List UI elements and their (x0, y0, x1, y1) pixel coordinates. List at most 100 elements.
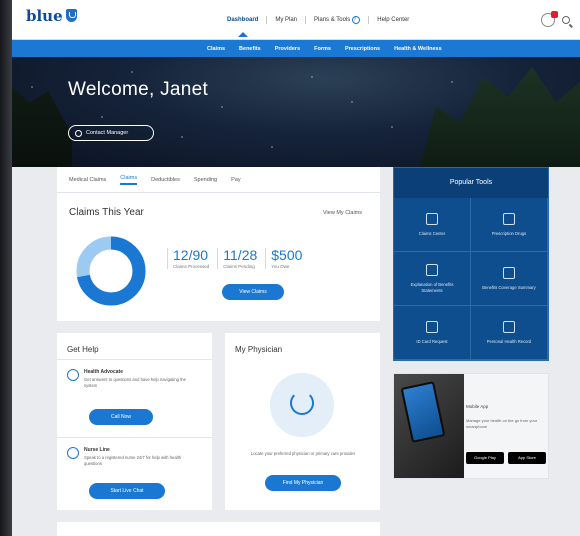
physician-illustration (270, 373, 334, 437)
tool-label: ID Card Request (416, 338, 448, 344)
nav-plans-tools[interactable]: Plans & Tools? (314, 16, 361, 24)
claims-tabs: Medical Claims Claims Deductibles Spendi… (57, 167, 380, 193)
divider (57, 437, 212, 438)
claims-stats: 12/90 Claims Processed 11/28 Claims Pend… (167, 248, 302, 269)
phone-screen (400, 381, 446, 443)
shield-icon (65, 9, 77, 22)
top-nav: Dashboard My Plan Plans & Tools? Help Ce… (227, 16, 409, 37)
logo-text: blue (26, 7, 63, 25)
health-record-icon (503, 320, 515, 333)
stat-label: You Owe (271, 264, 290, 269)
find-physician-button[interactable]: Find My Physician (265, 475, 341, 491)
tool-label: Explanation of Benefits Statements (410, 281, 454, 293)
nav-plans-tools-label: Plans & Tools (314, 17, 351, 23)
live-chat-button[interactable]: Start Live Chat (89, 483, 165, 499)
subnav-prescriptions[interactable]: Prescriptions (345, 46, 380, 52)
physician-title: My Physician (235, 345, 283, 354)
tool-label: Claims Center (418, 230, 446, 236)
google-play-badge[interactable]: Google Play (466, 452, 504, 464)
logo[interactable]: blue (26, 9, 77, 24)
benefits-icon (503, 266, 515, 279)
chart-icon (426, 212, 438, 225)
tab-claims[interactable]: Claims (120, 175, 138, 185)
help-item-head: Health Advocate (84, 369, 123, 375)
tool-benefits-summary[interactable]: Benefits Coverage Summary (471, 252, 548, 306)
divider (57, 359, 212, 360)
stat-value: 12/90 (173, 247, 209, 263)
tool-prescription-drugs[interactable]: Prescription Drugs (471, 198, 548, 252)
welcome-heading: Welcome, Janet (68, 79, 209, 100)
nav-help-center[interactable]: Help Center (377, 16, 409, 24)
stat-label: Claims Processed (173, 264, 210, 269)
subnav-health-wellness[interactable]: Health & Wellness (394, 46, 442, 52)
subnav-benefits[interactable]: Benefits (239, 46, 261, 52)
claims-card: Medical Claims Claims Deductibles Spendi… (57, 167, 380, 321)
window-edge (0, 0, 12, 536)
my-physician-card: My Physician Locate your preferred physi… (225, 333, 380, 510)
tool-label: Benefits Coverage Summary (482, 284, 536, 290)
header-icons (541, 11, 570, 27)
call-now-button[interactable]: Call Now (89, 409, 153, 425)
tool-id-card[interactable]: ID Card Request (394, 306, 471, 360)
stat-pending: 11/28 Claims Pending (217, 248, 257, 269)
tool-health-record[interactable]: Personal Health Record (471, 306, 548, 360)
stat-processed: 12/90 Claims Processed (167, 248, 209, 269)
promo-title: Mobile App (466, 404, 489, 409)
help-item-desc: Get answers to questions and have help n… (84, 377, 186, 388)
search-icon[interactable] (562, 16, 570, 24)
hero-banner: Welcome, Janet Contact Manager (12, 57, 580, 167)
tab-spending[interactable]: Spending (194, 177, 217, 183)
claims-donut-chart (76, 236, 146, 306)
stat-value: $500 (271, 247, 303, 263)
get-help-title: Get Help (67, 345, 99, 354)
tab-medical-claims[interactable]: Medical Claims (69, 177, 106, 183)
contact-manager-label: Contact Manager (86, 130, 129, 136)
document-icon (426, 263, 438, 276)
tool-label: Prescription Drugs (491, 230, 527, 236)
dashboard-page: blue Dashboard My Plan Plans & Tools? He… (12, 0, 580, 536)
stat-label: Claims Pending (223, 264, 255, 269)
subnav-providers[interactable]: Providers (275, 46, 300, 52)
nav-dashboard[interactable]: Dashboard (227, 16, 258, 37)
claims-title: Claims This Year (69, 207, 144, 218)
tool-eob-statements[interactable]: Explanation of Benefits Statements (394, 252, 471, 306)
tool-claims-center[interactable]: Claims Center (394, 198, 471, 252)
help-item-nurse: Nurse Line Speak to a registered nurse 2… (67, 447, 205, 487)
tool-label: Personal Health Record (486, 338, 532, 344)
stethoscope-icon (290, 391, 314, 415)
nav-divider (368, 16, 370, 24)
stat-value: 11/28 (223, 247, 258, 263)
contact-icon (75, 129, 82, 137)
promo-desc: Manage your health on the go from your s… (466, 418, 538, 429)
physician-desc: Locate your preferred physician or prima… (250, 451, 356, 456)
nav-divider (305, 16, 307, 24)
popular-tools-panel: Popular Tools Claims Center Prescription… (393, 167, 549, 361)
nav-divider (266, 16, 268, 24)
app-store-badge[interactable]: App Store (508, 452, 546, 464)
sub-nav: Claims Benefits Providers Forms Prescrip… (12, 40, 580, 57)
get-help-card: Get Help Health Advocate Get answers to … (57, 333, 212, 510)
tab-deductibles[interactable]: Deductibles (151, 177, 180, 183)
view-claims-button[interactable]: View Claims (222, 284, 284, 300)
nav-my-plan[interactable]: My Plan (275, 16, 297, 24)
popular-tools-title: Popular Tools (394, 168, 548, 198)
top-header: blue Dashboard My Plan Plans & Tools? He… (12, 0, 580, 40)
next-card-partial (57, 522, 380, 536)
mobile-app-promo: Mobile App Manage your health on the go … (393, 373, 549, 479)
popular-tools-grid: Claims Center Prescription Drugs Explana… (394, 198, 548, 360)
user-icon[interactable] (541, 11, 558, 27)
pill-icon (503, 212, 515, 225)
phone-photo (394, 374, 464, 478)
subnav-forms[interactable]: Forms (314, 46, 331, 52)
nurse-icon (67, 447, 79, 459)
heart-icon (67, 369, 79, 381)
id-card-icon (426, 320, 438, 333)
tab-pay[interactable]: Pay (231, 177, 240, 183)
subnav-claims[interactable]: Claims (207, 46, 225, 52)
view-my-claims-link[interactable]: View My Claims (323, 210, 362, 216)
help-item-desc: Speak to a registered nurse 24/7 for hel… (84, 455, 182, 466)
help-icon: ? (352, 16, 361, 24)
contact-manager-button[interactable]: Contact Manager (68, 125, 154, 141)
stat-owe: $500 You Owe (265, 248, 302, 269)
help-item-head: Nurse Line (84, 447, 110, 453)
